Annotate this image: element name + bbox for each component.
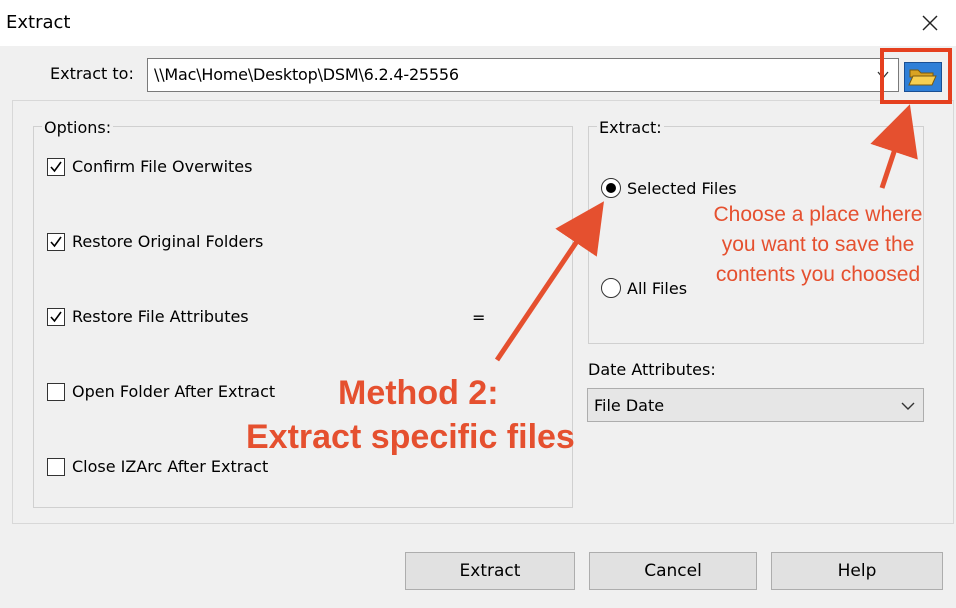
annotation-method-title: Method 2: — [338, 374, 499, 412]
annotation-note-line: you want to save the — [721, 233, 915, 256]
arrow-to-browse-button — [870, 104, 918, 189]
annotation-note: Choose a place where you want to save th… — [680, 200, 956, 290]
arrow-to-selected-files — [494, 201, 604, 362]
annotation-method-subtitle: Extract specific files — [246, 418, 575, 456]
annotation-note-line: Choose a place where — [713, 203, 923, 226]
annotation-arrows — [494, 104, 918, 362]
annotation-note-line: contents you choosed — [715, 263, 921, 286]
